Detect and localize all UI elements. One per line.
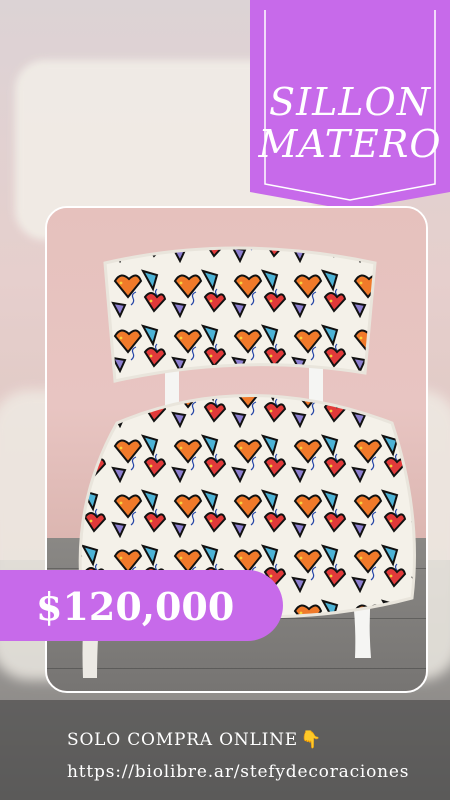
title-line-1: SILLON	[269, 80, 431, 124]
title-line-2: MATERO	[258, 122, 442, 166]
online-only-label: SOLO COMPRA ONLINE	[67, 730, 298, 750]
pointing-down-icon: 👇	[299, 730, 322, 750]
price-label: $120,000	[36, 584, 235, 629]
store-link[interactable]: https://biolibre.ar/stefydecoraciones	[67, 762, 409, 782]
footer-line-1: SOLO COMPRA ONLINE 👇	[67, 730, 322, 750]
footer-bar	[0, 700, 450, 800]
title-banner: SILLON MATERO	[250, 0, 450, 210]
price-badge: $120,000	[0, 570, 283, 641]
